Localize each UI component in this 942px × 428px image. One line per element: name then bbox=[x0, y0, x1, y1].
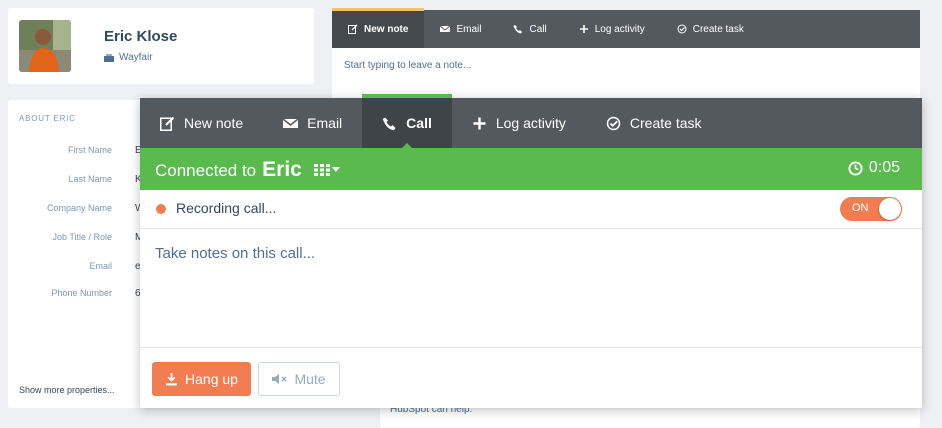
tab-label: Call bbox=[406, 115, 432, 131]
briefcase-icon bbox=[104, 53, 114, 62]
tab-label: Log activity bbox=[594, 23, 645, 35]
about-title: ABOUT ERIC bbox=[19, 114, 76, 123]
contact-header-card: Eric Klose Wayfair bbox=[8, 8, 314, 84]
connected-status: Connected to Eric bbox=[155, 158, 340, 182]
tab-new-note[interactable]: New note bbox=[140, 98, 263, 148]
phone-icon bbox=[513, 25, 523, 34]
connected-prefix: Connected to bbox=[155, 161, 257, 180]
recording-row: Recording call... ON bbox=[140, 190, 922, 229]
recording-status: Recording call... bbox=[176, 200, 277, 216]
plus-icon bbox=[579, 25, 588, 33]
mute-icon bbox=[272, 374, 287, 384]
property-label: Job Title / Role bbox=[52, 232, 112, 242]
hang-up-icon bbox=[166, 372, 177, 385]
plus-icon bbox=[473, 117, 486, 129]
property-label: First Name bbox=[67, 145, 112, 155]
property-label: Company Name bbox=[46, 203, 112, 213]
toggle-knob bbox=[879, 198, 901, 220]
tab-call[interactable]: Call bbox=[362, 94, 452, 149]
contact-name: Eric Klose bbox=[104, 28, 178, 45]
clock-icon bbox=[848, 160, 863, 176]
tab-create-task[interactable]: Create task bbox=[661, 10, 760, 48]
tab-log-activity[interactable]: Log activity bbox=[563, 10, 661, 48]
edit-icon bbox=[160, 116, 175, 131]
phone-icon bbox=[382, 117, 396, 130]
envelope-icon bbox=[440, 25, 451, 32]
caret-down-icon bbox=[331, 167, 340, 172]
call-footer: Hang up Mute bbox=[140, 348, 922, 408]
hang-up-label: Hang up bbox=[185, 371, 238, 387]
tab-email[interactable]: Email bbox=[424, 10, 497, 48]
tab-call[interactable]: Call bbox=[497, 10, 562, 48]
tab-label: Email bbox=[307, 115, 343, 131]
check-circle-icon bbox=[606, 116, 621, 130]
tab-label: Call bbox=[529, 23, 547, 35]
note-input[interactable]: Start typing to leave a note... bbox=[344, 60, 471, 71]
mute-button[interactable]: Mute bbox=[258, 362, 340, 396]
connected-status-bar: Connected to Eric 0:05 bbox=[140, 148, 922, 190]
call-tab-bar: New note Email Call Log activity Create … bbox=[140, 94, 922, 149]
recording-toggle[interactable]: ON bbox=[840, 197, 902, 221]
company-name: Wayfair bbox=[119, 52, 153, 63]
tab-label: New note bbox=[364, 23, 409, 35]
tab-label: Create task bbox=[629, 115, 702, 131]
keypad-icon bbox=[313, 164, 330, 176]
envelope-icon bbox=[283, 117, 299, 128]
notes-placeholder: Take notes on this call... bbox=[155, 245, 316, 262]
tab-email[interactable]: Email bbox=[263, 98, 362, 148]
tab-new-note[interactable]: New note bbox=[332, 8, 425, 48]
company-row[interactable]: Wayfair bbox=[104, 52, 153, 63]
call-notes-input[interactable]: Take notes on this call... bbox=[140, 229, 922, 348]
keypad-dropdown[interactable] bbox=[313, 164, 340, 176]
recording-indicator bbox=[156, 204, 166, 214]
avatar[interactable] bbox=[19, 20, 71, 72]
hang-up-button[interactable]: Hang up bbox=[152, 362, 251, 396]
tab-label: Create task bbox=[692, 23, 744, 35]
property-label: Email bbox=[89, 261, 112, 271]
toggle-label: ON bbox=[852, 202, 869, 214]
mute-label: Mute bbox=[294, 371, 326, 387]
edit-icon bbox=[348, 24, 358, 34]
activity-editor-background: New note Email Call Log activity Create … bbox=[332, 8, 920, 100]
tab-log-activity[interactable]: Log activity bbox=[452, 98, 586, 148]
connected-contact-name: Eric bbox=[262, 158, 302, 181]
tab-label: New note bbox=[184, 115, 244, 131]
tab-label: Email bbox=[456, 23, 482, 35]
tab-create-task[interactable]: Create task bbox=[586, 98, 722, 148]
call-panel: New note Email Call Log activity Create … bbox=[140, 94, 922, 408]
property-label: Phone Number bbox=[51, 288, 112, 298]
call-timer: 0:05 bbox=[848, 159, 900, 177]
check-circle-icon bbox=[677, 24, 687, 34]
property-label: Last Name bbox=[68, 174, 112, 184]
timer-value: 0:05 bbox=[868, 159, 900, 176]
activity-tab-bar: New note Email Call Log activity Create … bbox=[332, 8, 920, 48]
show-more-properties-link[interactable]: Show more properties... bbox=[19, 385, 115, 395]
tab-label: Log activity bbox=[495, 115, 566, 131]
